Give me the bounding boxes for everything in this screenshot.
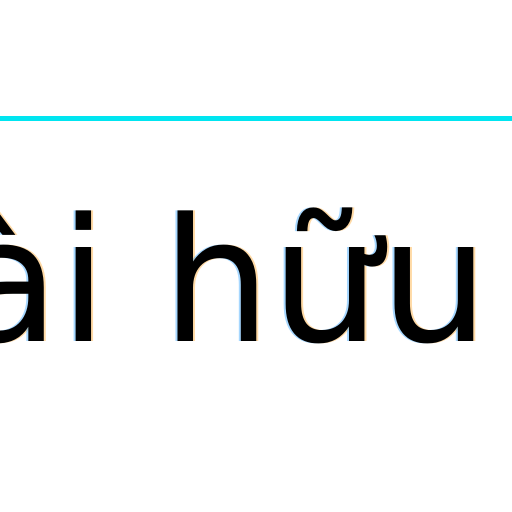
vietnamese-text-fragment: ài hữu c — [0, 181, 512, 382]
cyan-separator-line — [0, 116, 512, 121]
zoomed-text-view: ài hữu c — [0, 0, 512, 512]
